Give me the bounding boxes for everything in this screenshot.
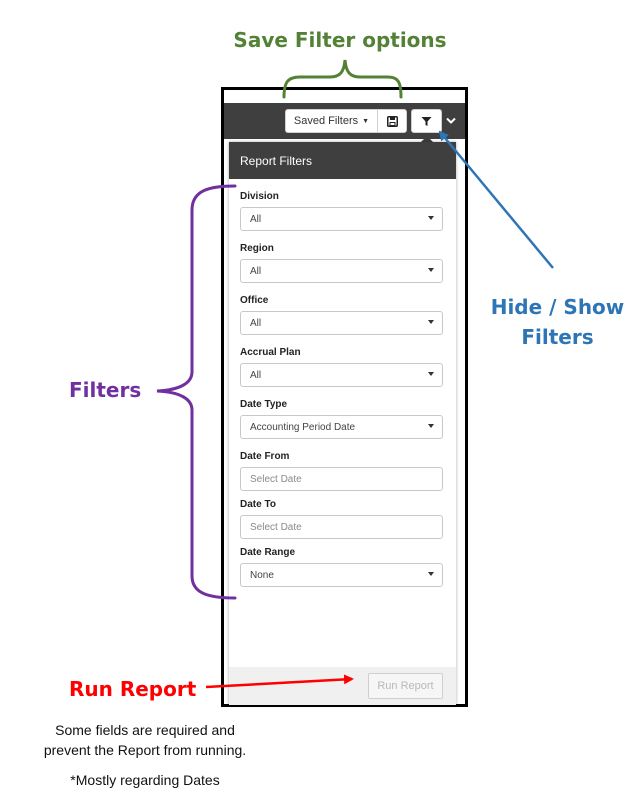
save-filter-button[interactable]	[377, 109, 407, 133]
caret-down-icon: ▼	[362, 117, 370, 125]
report-filters-panel: Report Filters Division All Region All O…	[229, 142, 456, 705]
caret-down-icon	[428, 372, 434, 376]
filter-toolbar: Saved Filters ▼	[224, 103, 465, 139]
date-from-input[interactable]: Select Date	[240, 467, 443, 491]
date-to-placeholder: Select Date	[250, 521, 302, 533]
date-from-placeholder: Select Date	[250, 473, 302, 485]
caret-down-icon	[428, 572, 434, 576]
office-value: All	[250, 317, 262, 329]
run-report-annotation: Run Report	[69, 677, 197, 701]
filters-annotation: Filters	[69, 378, 142, 402]
panel-title: Report Filters	[229, 142, 456, 179]
date-type-select[interactable]: Accounting Period Date	[240, 415, 443, 439]
date-to-input[interactable]: Select Date	[240, 515, 443, 539]
collapse-toggle[interactable]	[444, 113, 458, 129]
office-label: Office	[240, 295, 269, 306]
run-report-button[interactable]: Run Report	[368, 673, 443, 699]
date-to-label: Date To	[240, 499, 276, 510]
accrual-plan-value: All	[250, 369, 262, 381]
date-range-label: Date Range	[240, 547, 296, 558]
date-type-value: Accounting Period Date	[250, 421, 356, 433]
caret-down-icon	[428, 216, 434, 220]
date-from-label: Date From	[240, 451, 290, 462]
hide-show-filters-button[interactable]	[411, 109, 442, 133]
funnel-icon	[421, 116, 432, 126]
caret-down-icon	[428, 268, 434, 272]
save-filter-options-annotation: Save Filter options	[233, 28, 447, 52]
chevron-down-icon	[446, 117, 456, 124]
date-range-select[interactable]: None	[240, 563, 443, 587]
caret-down-icon	[428, 320, 434, 324]
saved-filters-label: Saved Filters	[293, 115, 359, 127]
date-range-value: None	[250, 569, 274, 581]
report-filters-frame: Saved Filters ▼ Report Filters Division …	[221, 87, 468, 707]
division-value: All	[250, 213, 262, 225]
hide-show-filters-annotation: Hide / Show Filters	[490, 295, 625, 349]
division-select[interactable]: All	[240, 207, 443, 231]
required-fields-note: Some fields are required and prevent the…	[43, 722, 247, 758]
region-label: Region	[240, 243, 274, 254]
floppy-disk-icon	[386, 115, 398, 127]
caret-down-icon	[428, 424, 434, 428]
accrual-plan-select[interactable]: All	[240, 363, 443, 387]
date-type-label: Date Type	[240, 399, 288, 410]
region-select[interactable]: All	[240, 259, 443, 283]
dates-note: *Mostly regarding Dates	[70, 772, 220, 788]
saved-filters-dropdown[interactable]: Saved Filters ▼	[285, 109, 378, 133]
division-label: Division	[240, 191, 279, 202]
panel-footer: Run Report	[229, 667, 456, 705]
office-select[interactable]: All	[240, 311, 443, 335]
accrual-plan-label: Accrual Plan	[240, 347, 301, 358]
region-value: All	[250, 265, 262, 277]
